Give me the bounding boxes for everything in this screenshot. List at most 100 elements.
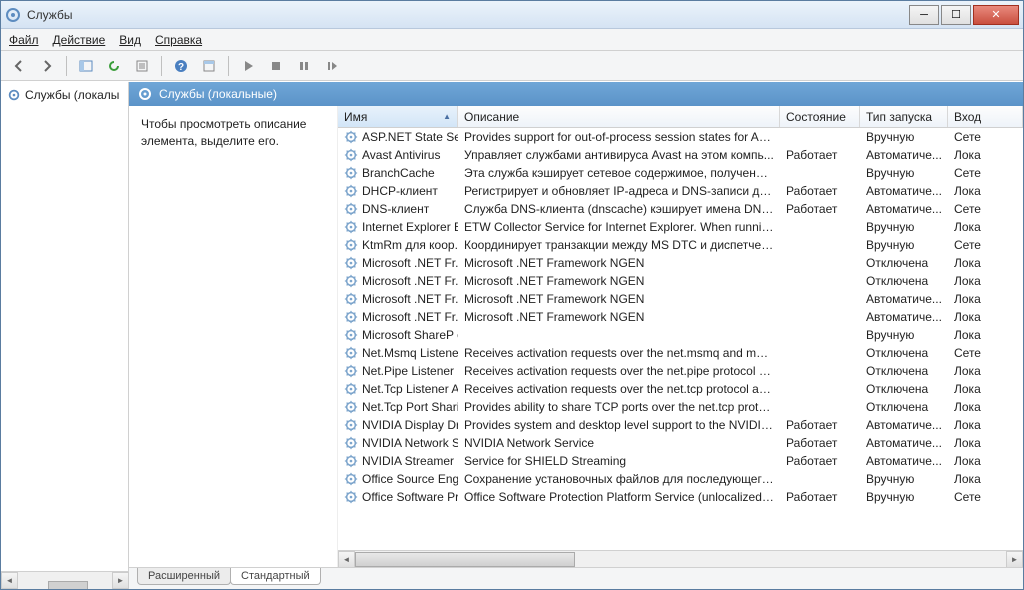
service-login: Сете	[948, 165, 1023, 181]
column-start-type[interactable]: Тип запуска	[860, 106, 948, 127]
column-login[interactable]: Вход	[948, 106, 1023, 127]
tree-scroll-right[interactable]: ►	[112, 572, 129, 589]
pause-service-button[interactable]	[292, 54, 316, 78]
maximize-button[interactable]: ☐	[941, 5, 971, 25]
service-description: Service for SHIELD Streaming	[458, 453, 780, 469]
column-state[interactable]: Состояние	[780, 106, 860, 127]
service-login: Лока	[948, 147, 1023, 163]
properties-button[interactable]	[197, 54, 221, 78]
help-button[interactable]: ?	[169, 54, 193, 78]
table-row[interactable]: Microsoft .NET Fr...Microsoft .NET Frame…	[338, 290, 1023, 308]
service-login: Сете	[948, 129, 1023, 145]
table-row[interactable]: Internet Explorer E...ETW Collector Serv…	[338, 218, 1023, 236]
table-row[interactable]: Microsoft .NET Fr...Microsoft .NET Frame…	[338, 272, 1023, 290]
gear-icon	[344, 166, 358, 180]
minimize-button[interactable]: ─	[909, 5, 939, 25]
hscroll-right[interactable]: ►	[1006, 551, 1023, 568]
hscroll-thumb[interactable]	[355, 552, 575, 567]
table-row[interactable]: DNS-клиентСлужба DNS-клиента (dnscache) …	[338, 200, 1023, 218]
export-button[interactable]	[130, 54, 154, 78]
menu-action[interactable]: Действие	[53, 33, 106, 47]
service-login: Лока	[948, 183, 1023, 199]
service-name: NVIDIA Streamer S...	[362, 454, 458, 468]
table-row[interactable]: NVIDIA Streamer S...Service for SHIELD S…	[338, 452, 1023, 470]
table-row[interactable]: Microsoft .NET Fr...Microsoft .NET Frame…	[338, 308, 1023, 326]
column-name[interactable]: Имя▲	[338, 106, 458, 127]
tab-standard[interactable]: Стандартный	[230, 568, 321, 585]
table-row[interactable]: Net.Pipe Listener ...Receives activation…	[338, 362, 1023, 380]
stop-service-button[interactable]	[264, 54, 288, 78]
service-start-type: Автоматиче...	[860, 183, 948, 199]
table-hscroll[interactable]: ◄ ►	[338, 550, 1023, 567]
service-start-type: Отключена	[860, 399, 948, 415]
service-login: Лока	[948, 327, 1023, 343]
service-start-type: Автоматиче...	[860, 453, 948, 469]
table-header: Имя▲ Описание Состояние Тип запуска Вход	[338, 106, 1023, 128]
window-title: Службы	[27, 8, 909, 22]
service-start-type: Отключена	[860, 345, 948, 361]
service-name: NVIDIA Display Dri...	[362, 418, 458, 432]
table-row[interactable]: Net.Msmq Listene...Receives activation r…	[338, 344, 1023, 362]
service-name: Net.Tcp Listener A...	[362, 382, 458, 396]
service-start-type: Вручную	[860, 489, 948, 505]
table-row[interactable]: DHCP-клиентРегистрирует и обновляет IP-а…	[338, 182, 1023, 200]
service-state	[780, 478, 860, 480]
show-hide-tree-button[interactable]	[74, 54, 98, 78]
restart-service-button[interactable]	[320, 54, 344, 78]
tree-scroll-thumb[interactable]	[48, 581, 88, 590]
titlebar[interactable]: Службы ─ ☐ ✕	[1, 1, 1023, 29]
close-button[interactable]: ✕	[973, 5, 1019, 25]
service-start-type: Вручную	[860, 237, 948, 253]
menu-file[interactable]: Файл	[9, 33, 39, 47]
refresh-button[interactable]	[102, 54, 126, 78]
table-row[interactable]: Avast Antivirus Управляет службами антиви…	[338, 146, 1023, 164]
tree-scroll-left[interactable]: ◄	[1, 572, 18, 589]
gear-icon	[344, 220, 358, 234]
service-start-type: Автоматиче...	[860, 435, 948, 451]
tree-root-services[interactable]: Службы (локалы	[5, 86, 124, 104]
gear-icon	[344, 274, 358, 288]
tab-extended[interactable]: Расширенный	[137, 568, 231, 585]
menubar: Файл Действие Вид Справка	[1, 29, 1023, 51]
menu-view[interactable]: Вид	[119, 33, 141, 47]
service-state	[780, 406, 860, 408]
hscroll-left[interactable]: ◄	[338, 551, 355, 568]
table-row[interactable]: NVIDIA Display Dri...Provides system and…	[338, 416, 1023, 434]
start-service-button[interactable]	[236, 54, 260, 78]
service-description: Управляет службами антивируса Avast на э…	[458, 147, 780, 163]
table-row[interactable]: BranchCacheЭта служба кэширует сетевое с…	[338, 164, 1023, 182]
service-state	[780, 226, 860, 228]
back-button[interactable]	[7, 54, 31, 78]
menu-help[interactable]: Справка	[155, 33, 202, 47]
service-login: Лока	[948, 435, 1023, 451]
content-area: Службы (локалы ◄ ► Службы (локальные) Чт…	[1, 81, 1023, 589]
service-start-type: Отключена	[860, 381, 948, 397]
service-state	[780, 370, 860, 372]
table-row[interactable]: Net.Tcp Port Shari...Provides ability to…	[338, 398, 1023, 416]
service-name: Avast Antivirus	[362, 148, 440, 162]
table-row[interactable]: Microsoft .NET Fr...Microsoft .NET Frame…	[338, 254, 1023, 272]
sort-asc-icon: ▲	[443, 112, 451, 121]
table-row[interactable]: Microsoft ShareP o...ВручнуюЛока	[338, 326, 1023, 344]
table-row[interactable]: ASP.NET State Ser...Provides support for…	[338, 128, 1023, 146]
table-row[interactable]: KtmRm для коор...Координирует транзакции…	[338, 236, 1023, 254]
gear-icon	[344, 418, 358, 432]
column-description[interactable]: Описание	[458, 106, 780, 127]
service-state	[780, 244, 860, 246]
tree-hscroll[interactable]: ◄ ►	[1, 571, 129, 589]
table-row[interactable]: Net.Tcp Listener A...Receives activation…	[338, 380, 1023, 398]
table-row[interactable]: Office Source Eng...Сохранение установоч…	[338, 470, 1023, 488]
service-description: Служба DNS-клиента (dnscache) кэширует и…	[458, 201, 780, 217]
table-row[interactable]: Office Software Pr...Office Software Pro…	[338, 488, 1023, 506]
tree-panel: Службы (локалы	[1, 82, 129, 571]
service-login: Лока	[948, 363, 1023, 379]
gear-icon	[344, 472, 358, 486]
forward-button[interactable]	[35, 54, 59, 78]
table-row[interactable]: NVIDIA Network S...NVIDIA Network Servic…	[338, 434, 1023, 452]
service-login: Лока	[948, 471, 1023, 487]
service-state: Работает	[780, 201, 860, 217]
gear-icon	[344, 328, 358, 342]
service-login: Лока	[948, 219, 1023, 235]
gear-icon	[7, 88, 21, 102]
service-start-type: Автоматиче...	[860, 309, 948, 325]
